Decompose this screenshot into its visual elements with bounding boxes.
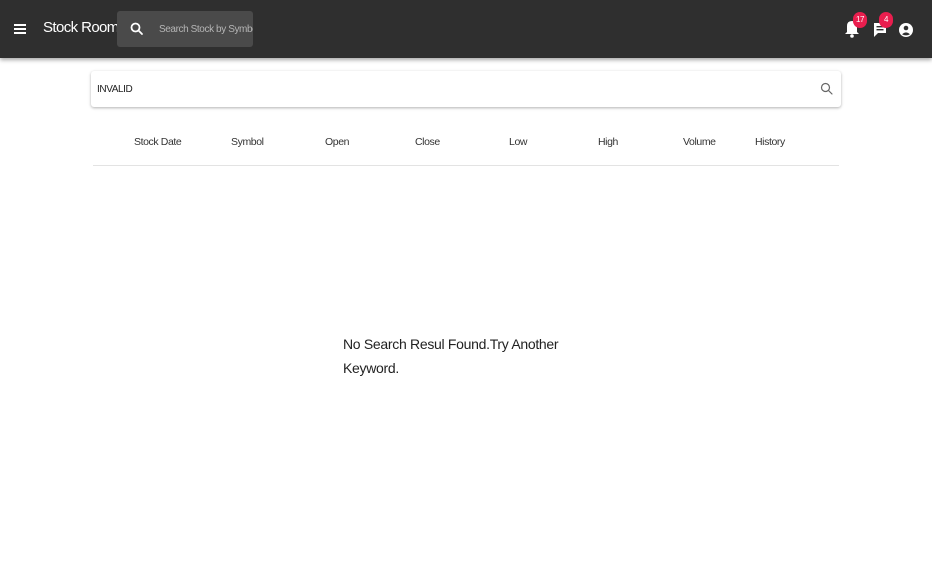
account-icon xyxy=(899,23,913,37)
column-header-stock-date[interactable]: Stock Date xyxy=(134,136,182,148)
notifications-badge: 17 xyxy=(853,12,868,28)
menu-icon xyxy=(14,24,26,34)
column-header-low[interactable]: Low xyxy=(509,136,527,148)
stock-search-input[interactable] xyxy=(97,71,797,107)
stock-table: Stock Date Symbol Open Close Low High Vo… xyxy=(93,120,839,166)
notifications-button[interactable]: 17 xyxy=(844,12,868,41)
top-search-input[interactable] xyxy=(159,11,253,47)
column-header-close[interactable]: Close xyxy=(415,136,440,148)
messages-badge: 4 xyxy=(879,12,893,28)
stock-search-bar xyxy=(91,71,841,107)
app-title[interactable]: Stock Room xyxy=(43,19,119,36)
column-header-symbol[interactable]: Symbol xyxy=(231,136,264,148)
search-icon[interactable] xyxy=(819,81,835,97)
column-header-history[interactable]: History xyxy=(755,136,785,148)
empty-results-message: No Search Resul Found.Try Another Keywor… xyxy=(343,336,559,376)
menu-button[interactable] xyxy=(10,18,30,40)
column-header-high[interactable]: High xyxy=(598,136,618,148)
messages-button[interactable]: 4 xyxy=(870,12,893,41)
account-button[interactable] xyxy=(896,17,918,41)
top-search-box[interactable] xyxy=(117,11,253,47)
app-bar: Stock Room 17 4 xyxy=(0,0,932,58)
column-header-open[interactable]: Open xyxy=(325,136,349,148)
search-icon xyxy=(130,22,143,35)
column-header-volume[interactable]: Volume xyxy=(683,136,716,148)
table-header-row: Stock Date Symbol Open Close Low High Vo… xyxy=(93,120,839,166)
